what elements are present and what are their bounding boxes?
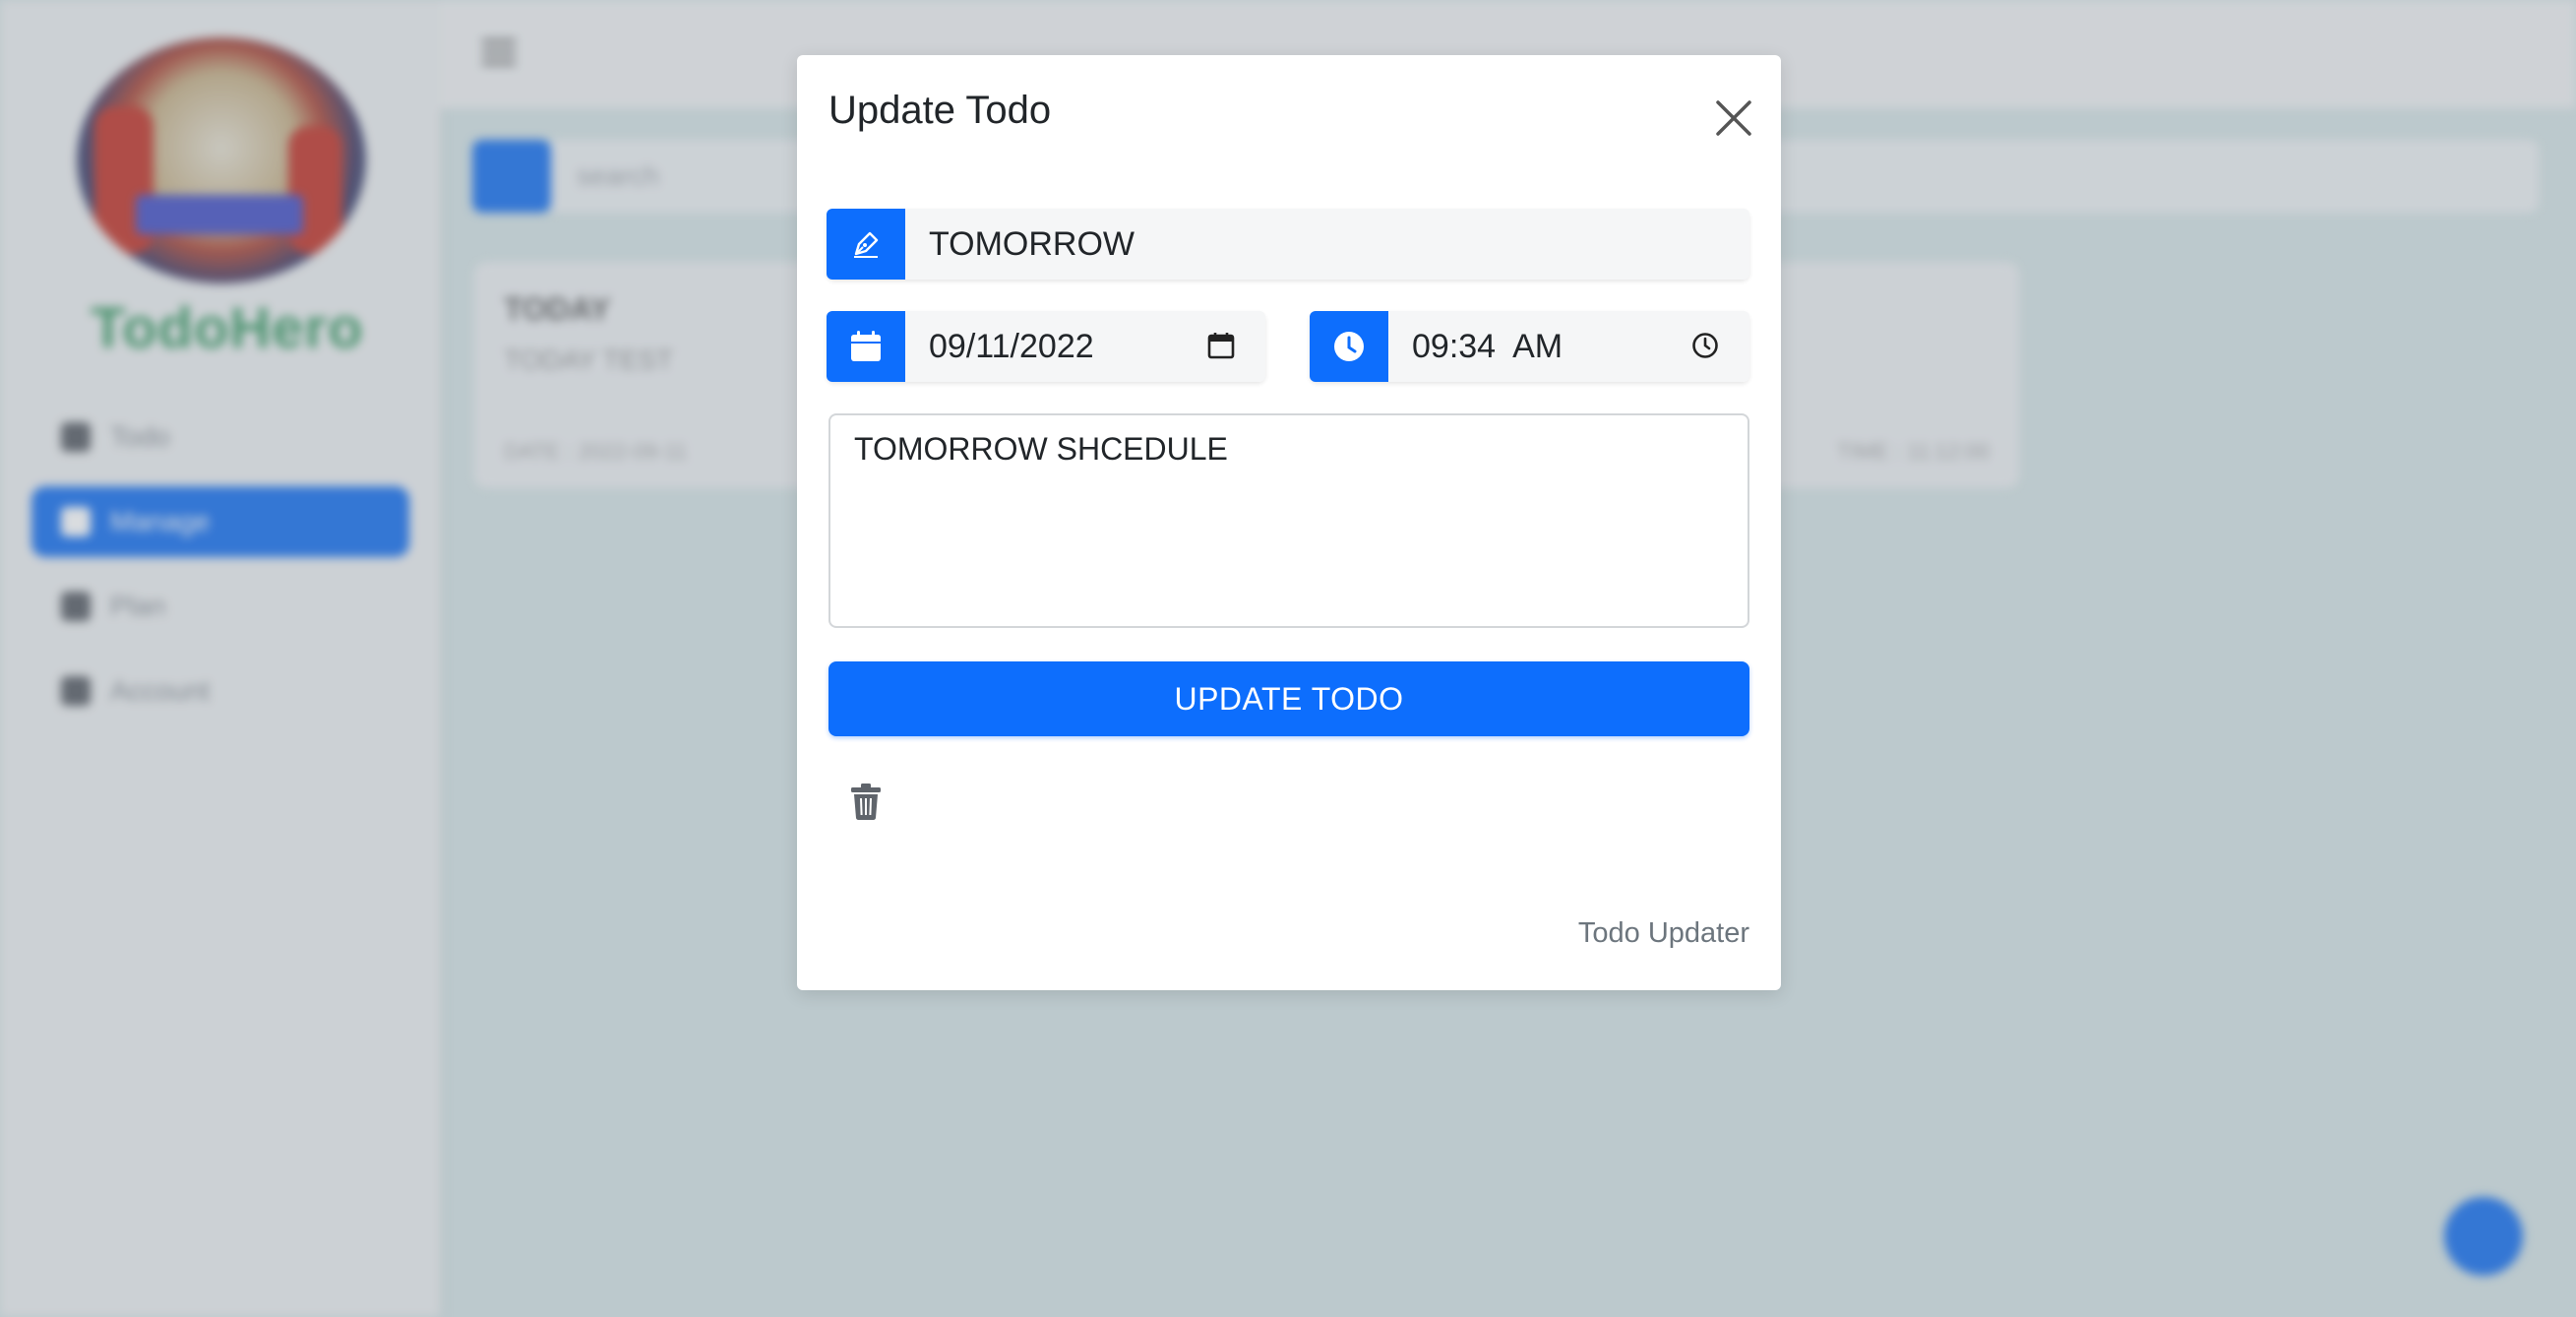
update-todo-button[interactable]: UPDATE TODO [828,661,1749,736]
calendar-picker-icon[interactable] [1206,331,1236,369]
time-field[interactable]: 09:34 AM [1388,311,1749,382]
time-value: 09:34 AM [1412,327,1564,365]
description-textarea[interactable]: TOMORROW SHCEDULE [828,413,1749,628]
date-field[interactable]: 09/11/2022 [905,311,1265,382]
close-icon[interactable] [1710,94,1757,142]
title-input-group: TOMORROW [827,209,1749,280]
title-field[interactable]: TOMORROW [905,209,1749,280]
calendar-icon [827,311,905,382]
update-todo-modal: Update Todo TOMORROW 09/11/2022 09:34 AM… [797,55,1781,990]
trash-icon[interactable] [848,782,884,821]
pen-icon [827,209,905,280]
clock-icon [1310,311,1388,382]
modal-footer-text: Todo Updater [1577,917,1749,949]
time-input-group: 09:34 AM [1310,311,1749,382]
modal-title: Update Todo [828,89,1052,132]
date-value: 09/11/2022 [929,327,1094,365]
date-input-group: 09/11/2022 [827,311,1265,382]
clock-picker-icon[interactable] [1690,331,1720,369]
